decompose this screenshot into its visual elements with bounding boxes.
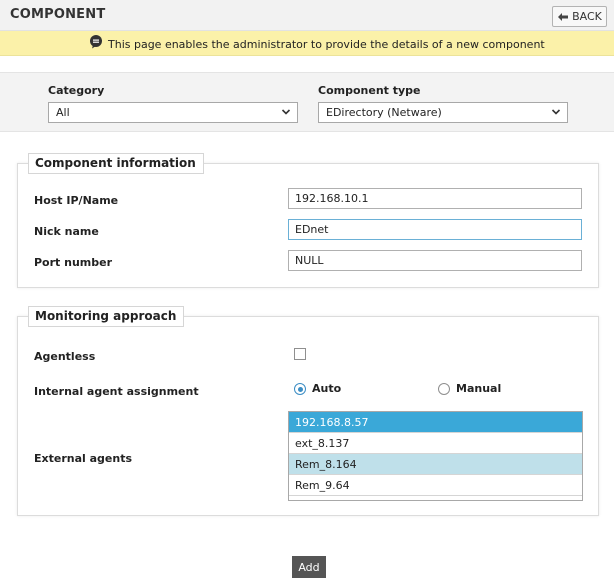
back-button[interactable]: BACK	[552, 6, 607, 27]
add-button[interactable]: Add	[292, 556, 326, 578]
page-title: COMPONENT	[10, 7, 106, 22]
category-select-value: All	[56, 106, 70, 119]
component-information-legend: Component information	[28, 153, 204, 174]
host-input[interactable]	[288, 188, 582, 209]
agentless-label: Agentless	[34, 350, 96, 363]
agentless-checkbox[interactable]	[294, 348, 306, 360]
monitoring-approach-panel: Monitoring approach Agentless Internal a…	[17, 306, 599, 516]
component-type-select[interactable]: EDirectory (Netware)	[318, 102, 568, 123]
category-label: Category	[48, 84, 105, 97]
monitoring-approach-legend: Monitoring approach	[28, 306, 185, 327]
auto-radio-label: Auto	[312, 382, 342, 395]
info-message: This page enables the administrator to p…	[108, 38, 545, 51]
auto-radio[interactable]	[294, 383, 306, 395]
info-bar: This page enables the administrator to p…	[0, 31, 614, 56]
host-label: Host IP/Name	[34, 194, 119, 207]
back-button-label: BACK	[572, 10, 602, 23]
port-number-input[interactable]	[288, 250, 582, 271]
back-arrow-icon	[558, 12, 569, 21]
nick-name-input[interactable]	[288, 219, 582, 240]
component-information-panel: Component information Host IP/Name Nick …	[17, 153, 599, 288]
external-agents-listbox[interactable]: 192.168.8.57 ext_8.137 Rem_8.164 Rem_9.6…	[288, 411, 583, 501]
page-header: COMPONENT BACK	[0, 0, 614, 31]
chevron-down-icon	[551, 109, 561, 115]
component-type-label: Component type	[318, 84, 421, 97]
list-item[interactable]: 192.168.8.57	[289, 412, 582, 433]
nick-name-label: Nick name	[34, 225, 99, 238]
manual-radio[interactable]	[438, 383, 450, 395]
list-item[interactable]: Rem_8.164	[289, 454, 582, 475]
category-select[interactable]: All	[48, 102, 298, 123]
manual-radio-label: Manual	[456, 382, 502, 395]
port-number-label: Port number	[34, 256, 113, 269]
internal-agent-label: Internal agent assignment	[34, 385, 199, 398]
chevron-down-icon	[281, 109, 291, 115]
external-agents-label: External agents	[34, 452, 133, 465]
list-item[interactable]: ext_8.137	[289, 433, 582, 454]
list-item[interactable]: Rem_9.64	[289, 475, 582, 496]
filter-band: Category All Component type EDirectory (…	[0, 72, 614, 132]
component-type-select-value: EDirectory (Netware)	[326, 106, 442, 119]
comment-icon	[90, 35, 102, 49]
